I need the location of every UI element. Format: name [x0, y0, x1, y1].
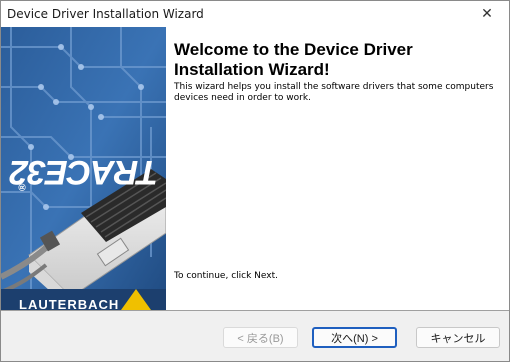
back-button[interactable]: < 戻る(B): [223, 327, 298, 348]
wizard-banner-image: TRACE32 ® LAUTERBACH: [1, 27, 166, 310]
title-bar: Device Driver Installation Wizard ✕: [1, 1, 509, 27]
button-bar: < 戻る(B) 次へ(N) > キャンセル: [1, 311, 509, 361]
brand-name: TRACE32: [10, 153, 158, 191]
wizard-window: Device Driver Installation Wizard ✕ TRAC…: [0, 0, 510, 362]
trace32-logo: TRACE32 ®: [8, 41, 158, 191]
close-icon: ✕: [481, 6, 493, 22]
wizard-description: This wizard helps you install the softwa…: [174, 82, 494, 103]
wizard-heading: Welcome to the Device Driver Installatio…: [174, 40, 413, 79]
close-button[interactable]: ✕: [465, 1, 509, 27]
continue-instruction: To continue, click Next.: [174, 271, 278, 281]
cancel-button[interactable]: キャンセル: [416, 327, 500, 348]
lauterbach-logo: LAUTERBACH: [19, 297, 120, 310]
next-button[interactable]: 次へ(N) >: [312, 327, 397, 348]
wizard-content: TRACE32 ® LAUTERBACH Welcome to the Devic…: [1, 27, 509, 310]
window-title: Device Driver Installation Wizard: [7, 7, 204, 21]
